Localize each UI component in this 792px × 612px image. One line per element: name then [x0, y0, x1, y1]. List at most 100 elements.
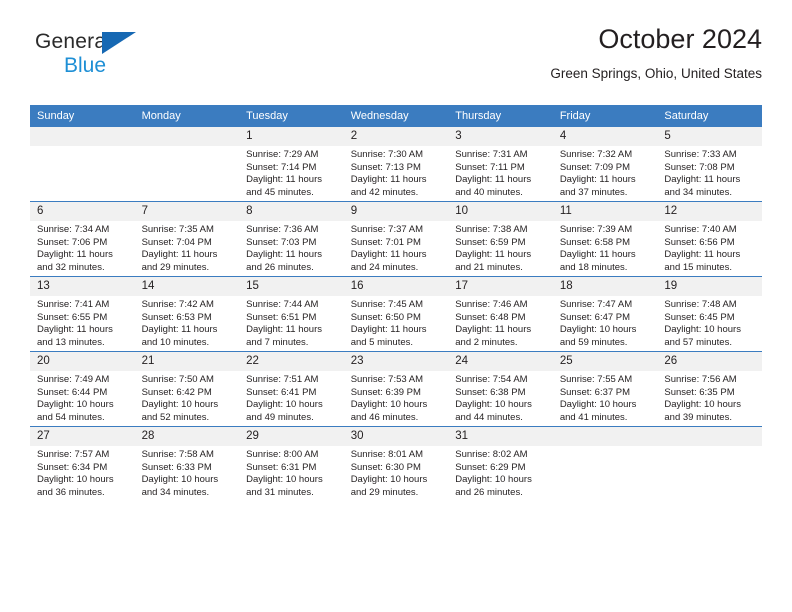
day-details: Sunrise: 7:36 AM Sunset: 7:03 PM Daylight:…	[239, 221, 344, 274]
calendar-day-cell[interactable]: 8 Sunrise: 7:36 AM Sunset: 7:03 PM Daylight…	[239, 201, 344, 277]
calendar-day-cell[interactable]: 10 Sunrise: 7:38 AM Sunset: 6:59 PM Dayligh…	[448, 201, 553, 277]
daylight-line-2: and 41 minutes.	[559, 411, 628, 423]
sunset-time: Sunset: 7:09 PM	[559, 161, 631, 173]
daylight-line-1: Daylight: 11 hours	[455, 249, 532, 261]
calendar-day-cell[interactable]: 31 Sunrise: 8:02 AM Sunset: 6:29 PM Dayligh…	[448, 426, 553, 501]
day-number: 7	[134, 202, 240, 221]
general-blue-logo: General Blue	[35, 30, 165, 86]
day-details: Sunrise: 7:44 AM Sunset: 6:51 PM Daylight:…	[239, 296, 344, 349]
sunset-time: Sunset: 6:30 PM	[350, 461, 421, 473]
calendar-day-cell[interactable]: 2 Sunrise: 7:30 AM Sunset: 7:13 PM Daylight…	[343, 127, 449, 202]
logo-text-blue: Blue	[64, 54, 107, 77]
day-number: 29	[239, 427, 344, 446]
calendar-day-cell-empty	[30, 127, 135, 202]
sunset-time: Sunset: 7:13 PM	[350, 161, 421, 173]
calendar-day-cell[interactable]: 3 Sunrise: 7:31 AM Sunset: 7:11 PM Daylight…	[448, 127, 553, 202]
calendar-day-cell[interactable]: 13 Sunrise: 7:41 AM Sunset: 6:55 PM Dayligh…	[30, 276, 135, 352]
day-details: Sunrise: 7:31 AM Sunset: 7:11 PM Daylight:…	[448, 146, 553, 199]
sunrise-time: Sunrise: 7:44 AM	[246, 299, 319, 310]
calendar-day-cell[interactable]: 5 Sunrise: 7:33 AM Sunset: 7:08 PM Daylight…	[657, 127, 762, 202]
daylight-line-1: Daylight: 10 hours	[664, 399, 741, 411]
calendar-day-cell[interactable]: 9 Sunrise: 7:37 AM Sunset: 7:01 PM Daylight…	[343, 201, 449, 277]
calendar-day-cell[interactable]: 19 Sunrise: 7:48 AM Sunset: 6:45 PM Dayligh…	[657, 276, 762, 352]
calendar-day-cell[interactable]: 24 Sunrise: 7:54 AM Sunset: 6:38 PM Dayligh…	[448, 351, 553, 427]
day-number: 25	[552, 352, 658, 371]
sunrise-time: Sunrise: 7:32 AM	[559, 149, 633, 160]
day-number: 22	[239, 352, 344, 371]
calendar-day-cell[interactable]: 20 Sunrise: 7:49 AM Sunset: 6:44 PM Dayligh…	[30, 351, 135, 427]
daylight-line-1: Daylight: 11 hours	[350, 249, 427, 261]
calendar-week-row: 20 Sunrise: 7:49 AM Sunset: 6:44 PM Dayligh…	[30, 351, 762, 427]
day-number: 31	[448, 427, 553, 446]
calendar-day-cell[interactable]: 28 Sunrise: 7:58 AM Sunset: 6:33 PM Dayligh…	[134, 426, 240, 501]
calendar-day-cell[interactable]: 23 Sunrise: 7:53 AM Sunset: 6:39 PM Dayligh…	[343, 351, 449, 427]
daylight-line-1: Daylight: 10 hours	[246, 399, 323, 411]
calendar-day-cell[interactable]: 7 Sunrise: 7:35 AM Sunset: 7:04 PM Daylight…	[134, 201, 240, 277]
sunset-time: Sunset: 6:42 PM	[141, 386, 212, 398]
calendar-day-cell[interactable]: 1 Sunrise: 7:29 AM Sunset: 7:14 PM Daylight…	[239, 127, 344, 202]
title-block: October 2024 Green Springs, Ohio, United…	[550, 22, 762, 84]
calendar-day-cell[interactable]: 16 Sunrise: 7:45 AM Sunset: 6:50 PM Dayligh…	[343, 276, 449, 352]
calendar-day-cell[interactable]: 11 Sunrise: 7:39 AM Sunset: 6:58 PM Dayligh…	[552, 201, 658, 277]
daylight-line-2: and 59 minutes.	[559, 336, 628, 348]
weekday-header-thursday: Thursday	[448, 105, 553, 127]
day-number: 15	[239, 277, 344, 296]
day-number: 9	[343, 202, 449, 221]
calendar-day-cell[interactable]: 26 Sunrise: 7:56 AM Sunset: 6:35 PM Dayligh…	[657, 351, 762, 427]
day-number: 8	[239, 202, 344, 221]
day-number: 14	[134, 277, 240, 296]
sunrise-time: Sunrise: 7:47 AM	[559, 299, 633, 310]
daylight-line-2: and 49 minutes.	[246, 411, 314, 423]
calendar-week-row: 1 Sunrise: 7:29 AM Sunset: 7:14 PM Daylight…	[30, 127, 762, 202]
calendar-day-cell[interactable]: 22 Sunrise: 7:51 AM Sunset: 6:41 PM Dayligh…	[239, 351, 344, 427]
day-details: Sunrise: 7:51 AM Sunset: 6:41 PM Daylight:…	[239, 371, 344, 424]
sunrise-time: Sunrise: 7:42 AM	[141, 299, 214, 310]
sunset-time: Sunset: 6:34 PM	[37, 461, 108, 473]
page-header: General Blue October 2024 Green Springs,…	[30, 22, 762, 100]
calendar-day-cell[interactable]: 15 Sunrise: 7:44 AM Sunset: 6:51 PM Dayligh…	[239, 276, 344, 352]
calendar-day-cell[interactable]: 6 Sunrise: 7:34 AM Sunset: 7:06 PM Daylight…	[30, 201, 135, 277]
daylight-line-1: Daylight: 11 hours	[559, 174, 636, 186]
calendar-day-cell[interactable]: 17 Sunrise: 7:46 AM Sunset: 6:48 PM Dayligh…	[448, 276, 553, 352]
day-details: Sunrise: 7:46 AM Sunset: 6:48 PM Daylight:…	[448, 296, 553, 349]
sunrise-time: Sunrise: 8:00 AM	[246, 449, 319, 460]
sunrise-time: Sunrise: 7:57 AM	[37, 449, 110, 460]
sunset-time: Sunset: 6:29 PM	[455, 461, 526, 473]
sunrise-time: Sunrise: 7:36 AM	[246, 224, 319, 235]
day-details: Sunrise: 7:55 AM Sunset: 6:37 PM Daylight:…	[553, 371, 658, 424]
day-number: 27	[30, 427, 135, 446]
day-number: 26	[657, 352, 762, 371]
day-details: Sunrise: 7:54 AM Sunset: 6:38 PM Daylight:…	[448, 371, 553, 424]
daylight-line-2: and 24 minutes.	[350, 261, 419, 273]
daylight-line-2: and 44 minutes.	[455, 411, 523, 423]
daylight-line-2: and 36 minutes.	[37, 486, 105, 498]
calendar-day-cell[interactable]: 21 Sunrise: 7:50 AM Sunset: 6:42 PM Dayligh…	[134, 351, 240, 427]
daylight-line-1: Daylight: 11 hours	[246, 249, 322, 261]
sunset-time: Sunset: 7:01 PM	[350, 236, 421, 248]
weekday-header-friday: Friday	[552, 105, 658, 127]
daylight-line-1: Daylight: 11 hours	[350, 174, 427, 186]
daylight-line-1: Daylight: 11 hours	[559, 249, 636, 261]
calendar-day-cell[interactable]: 27 Sunrise: 7:57 AM Sunset: 6:34 PM Dayligh…	[30, 426, 135, 501]
calendar-week-row: 6 Sunrise: 7:34 AM Sunset: 7:06 PM Daylight…	[30, 201, 762, 277]
calendar-day-cell[interactable]: 29 Sunrise: 8:00 AM Sunset: 6:31 PM Dayligh…	[239, 426, 344, 501]
daylight-line-2: and 15 minutes.	[664, 261, 732, 273]
daylight-line-2: and 29 minutes.	[141, 261, 210, 273]
sunset-time: Sunset: 6:53 PM	[141, 311, 212, 323]
calendar-week-row: 27 Sunrise: 7:57 AM Sunset: 6:34 PM Dayligh…	[30, 426, 762, 501]
calendar-day-cell[interactable]: 4 Sunrise: 7:32 AM Sunset: 7:09 PM Daylight…	[552, 127, 658, 202]
calendar-day-cell[interactable]: 25 Sunrise: 7:55 AM Sunset: 6:37 PM Dayligh…	[552, 351, 658, 427]
calendar-day-cell-empty	[657, 426, 762, 501]
day-number: 16	[343, 277, 449, 296]
calendar-day-cell[interactable]: 18 Sunrise: 7:47 AM Sunset: 6:47 PM Dayligh…	[552, 276, 658, 352]
sunset-time: Sunset: 6:38 PM	[455, 386, 526, 398]
calendar-day-cell[interactable]: 14 Sunrise: 7:42 AM Sunset: 6:53 PM Dayligh…	[134, 276, 240, 352]
sunrise-time: Sunrise: 7:29 AM	[246, 149, 319, 160]
day-details: Sunrise: 7:50 AM Sunset: 6:42 PM Daylight:…	[135, 371, 240, 424]
calendar-day-cell[interactable]: 30 Sunrise: 8:01 AM Sunset: 6:30 PM Dayligh…	[343, 426, 449, 501]
sunrise-time: Sunrise: 7:37 AM	[350, 224, 424, 235]
calendar-day-cell[interactable]: 12 Sunrise: 7:40 AM Sunset: 6:56 PM Dayligh…	[657, 201, 762, 277]
sunset-time: Sunset: 6:37 PM	[559, 386, 631, 398]
daylight-line-2: and 34 minutes.	[664, 186, 732, 198]
sunset-time: Sunset: 6:44 PM	[37, 386, 108, 398]
